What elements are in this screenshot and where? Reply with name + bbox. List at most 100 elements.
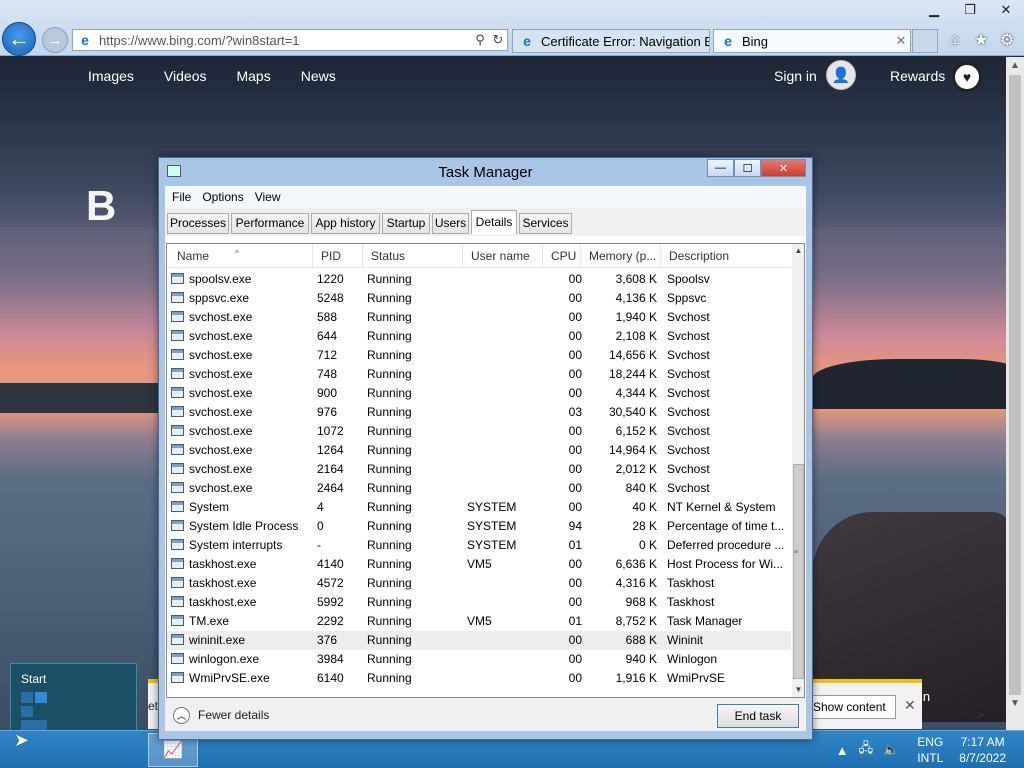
minimize-button[interactable]: — [707,159,734,177]
table-row[interactable]: taskhost.exe 4572 Running 00 4,316 K Taskhost [167,574,791,593]
column-header-description[interactable]: Description [661,244,791,268]
tab-bing[interactable]: e Bing ✕ [713,29,911,53]
table-row[interactable]: System 4 Running SYSTEM 00 40 K NT Kernel & Sy… [167,498,791,517]
menu-bar: File Options View [165,186,806,208]
cell-name: winlogon.exe [189,652,260,666]
tray-chevron-icon[interactable]: ▲ [836,743,849,758]
tab-services[interactable]: Services [519,213,572,234]
column-header-status[interactable]: Status [363,244,463,268]
ie-logo-icon: e [724,33,732,49]
browser-restore-button[interactable]: ❐ [952,0,988,20]
nav-maps-link[interactable]: Maps [236,68,270,84]
rewards-link[interactable]: Rewards [890,68,945,84]
fewer-details-button[interactable]: ︿ Fewer details [173,706,269,724]
tab-app-history[interactable]: App history [311,213,380,234]
scroll-down-icon[interactable]: ▼ [1006,695,1024,713]
new-tab-button[interactable] [912,29,938,53]
menu-options[interactable]: Options [202,190,243,204]
table-row[interactable]: WmiPrvSE.exe 6140 Running 00 1,916 K WmiPrvSE [167,669,791,688]
window-app-icon [171,349,184,361]
cell-memory: 28 K [632,519,657,533]
table-row[interactable]: svchost.exe 1264 Running 00 14,964 K Svchost [167,441,791,460]
cell-memory: 1,940 K [615,310,657,324]
maximize-button[interactable]: ☐ [734,159,761,177]
column-header-name[interactable]: Name ^ [167,244,313,268]
table-row[interactable]: svchost.exe 976 Running 03 30,540 K Svchost [167,403,791,422]
scroll-up-icon[interactable]: ▲ [792,244,804,258]
process-list-scrollbar[interactable]: ▲ ≡ ▼ [792,244,804,697]
scroll-grip-icon: ≡ [794,549,799,556]
table-row[interactable]: System interrupts - Running SYSTEM 01 0 K Defe… [167,536,791,555]
column-header-pid[interactable]: PID [313,244,363,268]
search-icon[interactable]: ⚲ [471,32,489,48]
table-row[interactable]: sppsvc.exe 5248 Running 00 4,136 K Sppsvc [167,289,791,308]
forward-button[interactable]: → [42,27,68,53]
column-header-user[interactable]: User name [463,244,543,268]
column-header-cpu[interactable]: CPU [543,244,581,268]
process-list-scroll-thumb[interactable] [793,464,804,679]
tab-users[interactable]: Users [432,213,469,234]
cell-pid: 900 [317,386,338,400]
cell-cpu: 00 [568,424,582,438]
back-button[interactable]: ← [2,22,36,56]
cell-status: Running [367,595,412,609]
table-row[interactable]: System Idle Process 0 Running SYSTEM 94 28 K P… [167,517,791,536]
show-content-button[interactable]: Show content [808,695,896,719]
cell-cpu: 01 [568,614,582,628]
process-icon [171,308,185,327]
tab-processes[interactable]: Processes [167,213,229,234]
volume-icon[interactable]: 🔈 [883,742,899,758]
close-button[interactable]: ✕ [761,159,806,177]
input-language[interactable]: ENG INTL [917,734,943,766]
nav-news-link[interactable]: News [301,68,336,84]
tab-certificate-error[interactable]: e Certificate Error: Navigation Bl... [512,29,710,53]
scroll-up-icon[interactable]: ▲ [1006,57,1024,75]
column-header-memory[interactable]: Memory (p... [581,244,661,268]
menu-view[interactable]: View [255,190,281,204]
page-scrollbar[interactable]: ▲ ▼ [1006,57,1024,730]
table-row[interactable]: spoolsv.exe 1220 Running 00 3,608 K Spoolsv [167,270,791,289]
cell-memory: 2,012 K [615,462,657,476]
table-row[interactable]: taskhost.exe 5992 Running 00 968 K Taskhost [167,593,791,612]
nav-images-link[interactable]: Images [88,68,134,84]
table-row[interactable]: svchost.exe 644 Running 00 2,108 K Svchost [167,327,791,346]
table-row[interactable]: taskhost.exe 4140 Running VM5 00 6,636 K Host … [167,555,791,574]
clock[interactable]: 7:17 AM 8/7/2022 [959,734,1006,766]
table-row[interactable]: svchost.exe 2464 Running 00 840 K Svchost [167,479,791,498]
sign-in-link[interactable]: Sign in [774,68,817,84]
address-bar[interactable]: e https://www.bing.com/?win8start=1 ⚲ ↻ [72,29,508,51]
menu-file[interactable]: File [172,190,191,204]
table-row[interactable]: svchost.exe 2164 Running 00 2,012 K Svchost [167,460,791,479]
tab-close-icon[interactable]: ✕ [892,33,910,49]
favorites-star-icon[interactable]: ★ [968,30,994,50]
page-scroll-thumb[interactable] [1009,75,1021,695]
notification-close-icon[interactable]: ✕ [904,697,916,714]
browser-close-button[interactable]: ✕ [988,0,1024,20]
table-row[interactable]: TM.exe 2292 Running VM5 01 8,752 K Task Manage… [167,612,791,631]
table-row[interactable]: wininit.exe 376 Running 00 688 K Wininit [167,631,791,650]
scroll-right-icon[interactable]: > [976,707,984,723]
table-row[interactable]: svchost.exe 588 Running 00 1,940 K Svchost [167,308,791,327]
table-row[interactable]: svchost.exe 900 Running 00 4,344 K Svchost [167,384,791,403]
address-url[interactable]: https://www.bing.com/?win8start=1 [99,33,471,48]
avatar-icon[interactable]: 👤 [826,60,856,90]
tab-startup[interactable]: Startup [382,213,430,234]
end-task-button[interactable]: End task [717,704,799,728]
cell-description: NT Kernel & System [667,500,776,514]
table-row[interactable]: svchost.exe 1072 Running 00 6,152 K Svchost [167,422,791,441]
tab-details[interactable]: Details [471,210,517,235]
refresh-icon[interactable]: ↻ [489,32,507,48]
table-row[interactable]: svchost.exe 712 Running 00 14,656 K Svchost [167,346,791,365]
nav-videos-link[interactable]: Videos [164,68,207,84]
table-row[interactable]: svchost.exe 748 Running 00 18,244 K Svchost [167,365,791,384]
table-row[interactable]: winlogon.exe 3984 Running 00 940 K Winlogon [167,650,791,669]
browser-minimize-button[interactable]: ▁ [916,0,952,20]
home-icon[interactable]: ⌂ [942,30,968,50]
rewards-medal-icon[interactable]: ♥ [952,62,982,92]
network-icon[interactable]: 🖧 [859,739,874,761]
cell-status: Running [367,519,412,533]
task-manager-titlebar[interactable]: Task Manager — ☐ ✕ [159,158,812,186]
tab-performance[interactable]: Performance [231,213,309,234]
scroll-down-icon[interactable]: ▼ [792,683,804,697]
settings-gear-icon[interactable]: ⚙ [994,30,1020,50]
